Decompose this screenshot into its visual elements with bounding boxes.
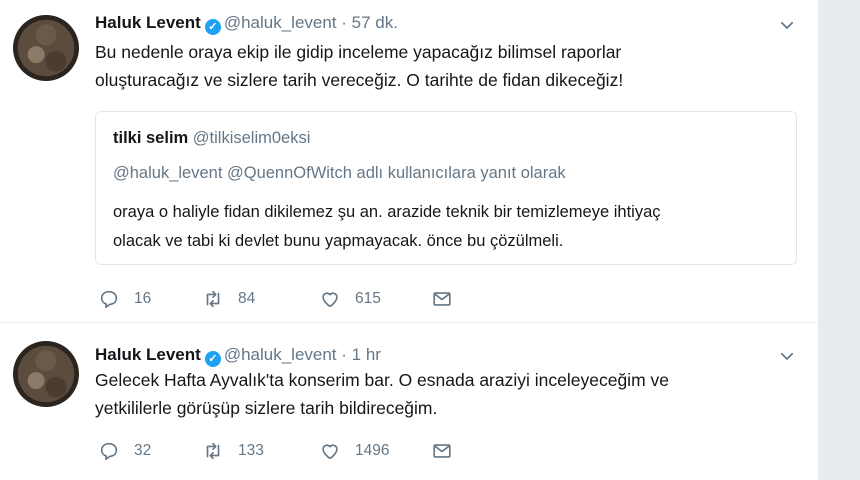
retweet-button[interactable]: 84 <box>202 286 255 312</box>
heart-icon <box>322 292 338 308</box>
direct-message-button[interactable] <box>431 438 453 464</box>
envelope-icon <box>433 444 451 458</box>
reply-icon <box>100 290 118 309</box>
retweet-icon <box>206 290 220 308</box>
tweet-text: Gelecek Hafta Ayvalık'ta konserim bar. O… <box>95 370 669 418</box>
quoted-tweet-header: tilki selim @tilkiselim0eksi <box>113 129 310 148</box>
reply-count: 16 <box>134 290 152 307</box>
tweet-header: Haluk Levent ✓ @haluk_levent · 57 dk. <box>95 13 398 35</box>
author-handle[interactable]: @haluk_levent <box>224 345 337 364</box>
quoted-author-handle: @tilkiselim0eksi <box>192 129 311 147</box>
reply-context: @haluk_levent @QuennOfWitch adlı kullanı… <box>113 164 566 182</box>
reply-icon <box>100 442 118 461</box>
chevron-down-icon[interactable] <box>778 347 796 365</box>
like-count: 1496 <box>355 442 390 459</box>
right-gutter <box>818 0 860 480</box>
tweet[interactable]: Haluk Levent ✓ @haluk_levent · 1 hr Gelece… <box>0 323 818 480</box>
author-name[interactable]: Haluk Levent <box>95 345 201 364</box>
reply-button[interactable]: 16 <box>98 286 151 312</box>
retweet-icon <box>206 442 220 460</box>
like-count: 615 <box>355 290 381 307</box>
retweet-count: 84 <box>238 290 256 307</box>
reply-count: 32 <box>134 442 152 459</box>
direct-message-button[interactable] <box>431 286 453 312</box>
retweet-count: 133 <box>238 442 264 459</box>
avatar[interactable] <box>13 341 79 407</box>
tweet-text: Bu nedenle oraya ekip ile gidip inceleme… <box>95 42 624 90</box>
quoted-tweet[interactable]: tilki selim @tilkiselim0eksi @haluk_leve… <box>95 111 797 265</box>
chevron-down-icon[interactable] <box>778 16 796 34</box>
separator: · <box>341 13 347 32</box>
like-button[interactable]: 1496 <box>319 438 389 464</box>
retweet-button[interactable]: 133 <box>202 438 264 464</box>
quoted-tweet-text: oraya o haliyle fidan dikilemez şu an. a… <box>113 203 661 250</box>
separator: · <box>341 345 347 364</box>
tweet-header: Haluk Levent ✓ @haluk_levent · 1 hr <box>95 345 381 367</box>
like-button[interactable]: 615 <box>319 286 381 312</box>
reply-button[interactable]: 32 <box>98 438 151 464</box>
verified-badge-icon: ✓ <box>204 351 221 367</box>
avatar[interactable] <box>13 15 79 81</box>
quoted-author-name: tilki selim <box>113 129 189 147</box>
author-handle[interactable]: @haluk_levent <box>224 13 337 32</box>
verified-badge-icon: ✓ <box>204 19 221 35</box>
tweet[interactable]: Haluk Levent ✓ @haluk_levent · 57 dk. Bu n… <box>0 0 818 323</box>
heart-icon <box>322 444 338 460</box>
envelope-icon <box>433 292 451 306</box>
author-name[interactable]: Haluk Levent <box>95 13 201 32</box>
timestamp[interactable]: 1 hr <box>352 345 381 364</box>
timestamp[interactable]: 57 dk. <box>352 13 398 32</box>
